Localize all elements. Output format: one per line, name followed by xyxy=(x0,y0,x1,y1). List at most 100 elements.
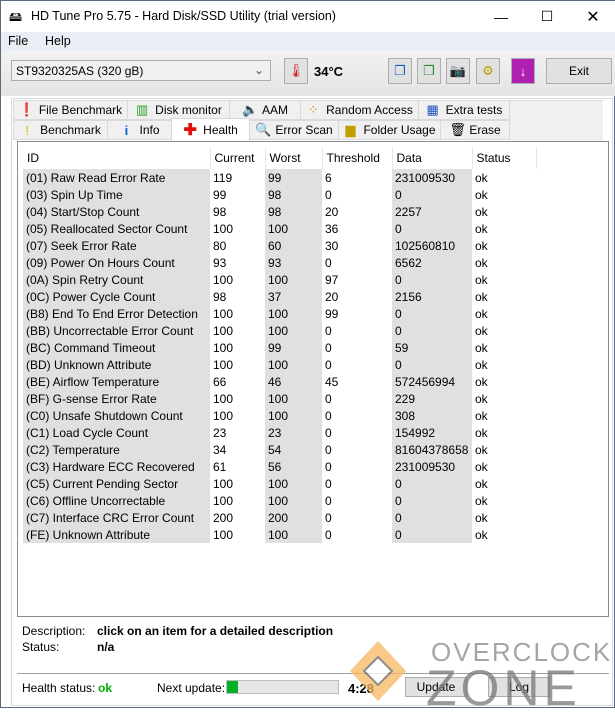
cell-worst: 56 xyxy=(265,458,322,475)
cell-data: 2257 xyxy=(392,203,472,220)
arrow-down-icon: ↓ xyxy=(519,63,527,79)
column-header-current[interactable]: Current xyxy=(210,147,266,169)
drive-select-value: ST9320325AS (320 gB) xyxy=(16,64,144,78)
cell-id: (BC) Command Timeout xyxy=(23,339,210,356)
cell-id: (BB) Uncorrectable Error Count xyxy=(23,322,210,339)
cell-current: 98 xyxy=(213,204,227,219)
cell-data: 0 xyxy=(392,220,472,237)
column-header-id[interactable]: ID xyxy=(23,147,211,169)
cell-threshold: 30 xyxy=(325,238,339,253)
maximize-button[interactable]: ☐ xyxy=(524,1,570,32)
cell-status: ok xyxy=(475,493,488,508)
cell-threshold: 0 xyxy=(325,357,332,372)
cell-data: 0 xyxy=(392,305,472,322)
cell-data: 229 xyxy=(392,390,472,407)
divider xyxy=(17,673,609,674)
copy-info-button[interactable]: ❐ xyxy=(388,58,412,84)
table-row[interactable]: (C5) Current Pending Sector 100 100 0 0 ok xyxy=(23,475,536,492)
table-row[interactable]: (C6) Offline Uncorrectable 100 100 0 0 ok xyxy=(23,492,536,509)
status-text: n/a xyxy=(97,640,115,654)
cell-threshold: 0 xyxy=(325,323,332,338)
column-header-status[interactable]: Status xyxy=(472,147,537,169)
tab-info[interactable]: i Info xyxy=(107,120,172,140)
speaker-icon: 🔈 xyxy=(241,102,259,117)
extra-tests-icon: ▦ xyxy=(426,102,439,117)
table-row[interactable]: (BD) Unknown Attribute 100 100 0 0 ok xyxy=(23,356,536,373)
table-row[interactable]: (05) Reallocated Sector Count 100 100 36 0 ok xyxy=(23,220,536,237)
close-button[interactable]: ✕ xyxy=(570,1,615,32)
table-row[interactable]: (FE) Unknown Attribute 100 100 0 0 ok xyxy=(23,526,536,543)
tab-aam[interactable]: 🔈 AAM xyxy=(229,100,301,120)
cell-data: 231009530 xyxy=(392,169,472,186)
cell-worst: 100 xyxy=(265,526,322,543)
tab-error-scan[interactable]: 🔍 Error Scan xyxy=(249,120,339,140)
cell-current: 80 xyxy=(213,238,227,253)
table-row[interactable]: (0C) Power Cycle Count 98 37 20 2156 ok xyxy=(23,288,536,305)
cell-status: ok xyxy=(475,204,488,219)
table-row[interactable]: (01) Raw Read Error Rate 119 99 6 231009530 o… xyxy=(23,169,536,186)
tab-erase[interactable]: 🗑 Erase xyxy=(440,120,510,140)
cell-status: ok xyxy=(475,391,488,406)
log-button[interactable]: Log xyxy=(488,677,550,697)
table-row[interactable]: (C2) Temperature 34 54 0 81604378658 ok xyxy=(23,441,536,458)
cell-worst: 200 xyxy=(265,509,322,526)
tab-benchmark[interactable]: ! Benchmark xyxy=(13,120,108,140)
cell-threshold: 0 xyxy=(325,527,332,542)
cell-status: ok xyxy=(475,340,488,355)
menu-file[interactable]: File xyxy=(8,34,28,48)
column-header-threshold[interactable]: Threshold xyxy=(322,147,393,169)
cell-status: ok xyxy=(475,459,488,474)
table-row[interactable]: (04) Start/Stop Count 98 98 20 2257 ok xyxy=(23,203,536,220)
cell-status: ok xyxy=(475,442,488,457)
tab-label: Info xyxy=(139,123,160,137)
minimize-button[interactable]: — xyxy=(478,1,524,32)
table-row[interactable]: (0A) Spin Retry Count 100 100 97 0 ok xyxy=(23,271,536,288)
exit-button[interactable]: Exit xyxy=(546,58,612,84)
magnifier-icon: 🔍 xyxy=(255,122,272,137)
cell-id: (09) Power On Hours Count xyxy=(23,254,210,271)
cell-id: (C3) Hardware ECC Recovered xyxy=(23,458,210,475)
table-row[interactable]: (C1) Load Cycle Count 23 23 0 154992 ok xyxy=(23,424,536,441)
column-header-data[interactable]: Data xyxy=(392,147,473,169)
cell-threshold: 0 xyxy=(325,340,332,355)
cell-current: 100 xyxy=(213,476,234,491)
trash-icon: 🗑 xyxy=(449,122,466,137)
drive-select[interactable]: ST9320325AS (320 gB) ⌄ xyxy=(11,60,271,81)
menu-help[interactable]: Help xyxy=(45,34,71,48)
cell-current: 34 xyxy=(213,442,227,457)
table-row[interactable]: (BB) Uncorrectable Error Count 100 100 0 0 ok xyxy=(23,322,536,339)
cell-data: 0 xyxy=(392,322,472,339)
table-row[interactable]: (C7) Interface CRC Error Count 200 200 0 0 ok xyxy=(23,509,536,526)
copy-screenshot-button[interactable]: ❐ xyxy=(417,58,441,84)
cell-threshold: 0 xyxy=(325,510,332,525)
update-button[interactable]: Update xyxy=(405,677,467,697)
column-header-worst[interactable]: Worst xyxy=(265,147,323,169)
download-button[interactable]: ↓ xyxy=(511,58,535,84)
table-row[interactable]: (09) Power On Hours Count 93 93 0 6562 ok xyxy=(23,254,536,271)
tab-extra-tests[interactable]: ▦ Extra tests xyxy=(418,100,510,120)
smart-attributes-table[interactable]: ID Current Worst Threshold Data Status (… xyxy=(17,141,609,617)
tab-disk-monitor[interactable]: ▥ Disk monitor xyxy=(127,100,230,120)
table-row[interactable]: (07) Seek Error Rate 80 60 30 102560810 ok xyxy=(23,237,536,254)
tab-random-access[interactable]: ⁘ Random Access xyxy=(300,100,419,120)
table-row[interactable]: (C0) Unsafe Shutdown Count 100 100 0 308 ok xyxy=(23,407,536,424)
tab-health[interactable]: ✚ Health xyxy=(171,118,250,141)
screenshot-button[interactable]: 📷 xyxy=(446,58,470,84)
table-row[interactable]: (BE) Airflow Temperature 66 46 45 572456994 o… xyxy=(23,373,536,390)
table-row[interactable]: (BF) G-sense Error Rate 100 100 0 229 ok xyxy=(23,390,536,407)
health-status-value: ok xyxy=(98,681,113,695)
table-row[interactable]: (BC) Command Timeout 100 99 0 59 ok xyxy=(23,339,536,356)
options-button[interactable]: ⚙ xyxy=(476,58,500,84)
next-update-label: Next update: xyxy=(157,681,226,695)
table-row[interactable]: (C3) Hardware ECC Recovered 61 56 0 23100953… xyxy=(23,458,536,475)
tab-folder-usage[interactable]: ▆ Folder Usage xyxy=(338,120,441,140)
table-row[interactable]: (B8) End To End Error Detection 100 100 99 0… xyxy=(23,305,536,322)
table-row[interactable]: (03) Spin Up Time 99 98 0 0 ok xyxy=(23,186,536,203)
cell-id: (C5) Current Pending Sector xyxy=(23,475,210,492)
tab-label: Benchmark xyxy=(40,123,101,137)
tab-strip-filler xyxy=(510,100,603,141)
status-label: Status: xyxy=(22,640,60,654)
cell-worst: 100 xyxy=(265,322,322,339)
tab-label: Random Access xyxy=(326,103,413,117)
tab-file-benchmark[interactable]: ❗ File Benchmark xyxy=(13,100,128,120)
